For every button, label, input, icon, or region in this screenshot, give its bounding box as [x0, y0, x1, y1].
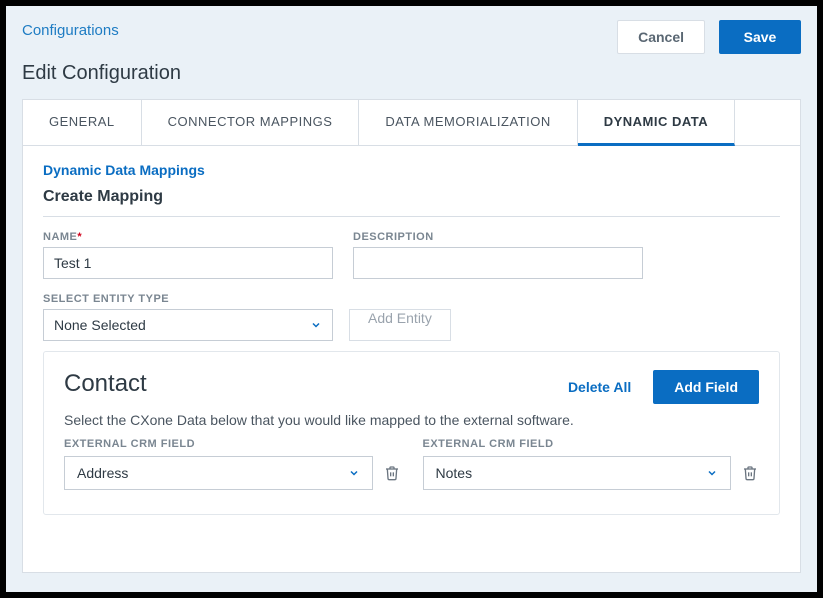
entity-type-select[interactable]: None Selected: [43, 309, 333, 341]
description-label: DESCRIPTION: [353, 231, 643, 243]
name-label: NAME*: [43, 231, 333, 243]
card-title: Contact: [64, 370, 147, 398]
name-input[interactable]: [43, 247, 333, 279]
cancel-button[interactable]: Cancel: [617, 20, 705, 54]
crm-field-value-1: Notes: [436, 465, 473, 481]
crm-field-select-1[interactable]: Notes: [423, 456, 732, 490]
description-input[interactable]: [353, 247, 643, 279]
crm-field-label-1: EXTERNAL CRM FIELD: [423, 438, 760, 450]
save-button[interactable]: Save: [719, 20, 801, 54]
entity-type-value: None Selected: [54, 317, 146, 333]
add-field-button[interactable]: Add Field: [653, 370, 759, 404]
card-description: Select the CXone Data below that you wou…: [64, 412, 759, 428]
tab-data-memorialization[interactable]: DATA MEMORIALIZATION: [359, 100, 577, 145]
crm-field-select-0[interactable]: Address: [64, 456, 373, 490]
page-title: Edit Configuration: [6, 54, 817, 99]
chevron-down-icon: [706, 467, 718, 479]
crm-field-value-0: Address: [77, 465, 128, 481]
crm-field-label-0: EXTERNAL CRM FIELD: [64, 438, 401, 450]
chevron-down-icon: [348, 467, 360, 479]
create-mapping-heading: Create Mapping: [43, 188, 780, 217]
entity-type-label: SELECT ENTITY TYPE: [43, 293, 780, 305]
required-star: *: [77, 231, 82, 243]
trash-icon[interactable]: [741, 463, 759, 483]
tab-connector-mappings[interactable]: CONNECTOR MAPPINGS: [142, 100, 360, 145]
dynamic-data-mappings-link[interactable]: Dynamic Data Mappings: [43, 162, 780, 178]
tabs-bar: GENERAL CONNECTOR MAPPINGS DATA MEMORIAL…: [23, 100, 800, 146]
tab-general[interactable]: GENERAL: [23, 100, 142, 145]
chevron-down-icon: [310, 319, 322, 331]
add-entity-button[interactable]: Add Entity: [349, 309, 451, 341]
delete-all-button[interactable]: Delete All: [558, 371, 641, 403]
tab-dynamic-data[interactable]: DYNAMIC DATA: [578, 100, 735, 146]
breadcrumb[interactable]: Configurations: [22, 16, 119, 39]
trash-icon[interactable]: [383, 463, 401, 483]
